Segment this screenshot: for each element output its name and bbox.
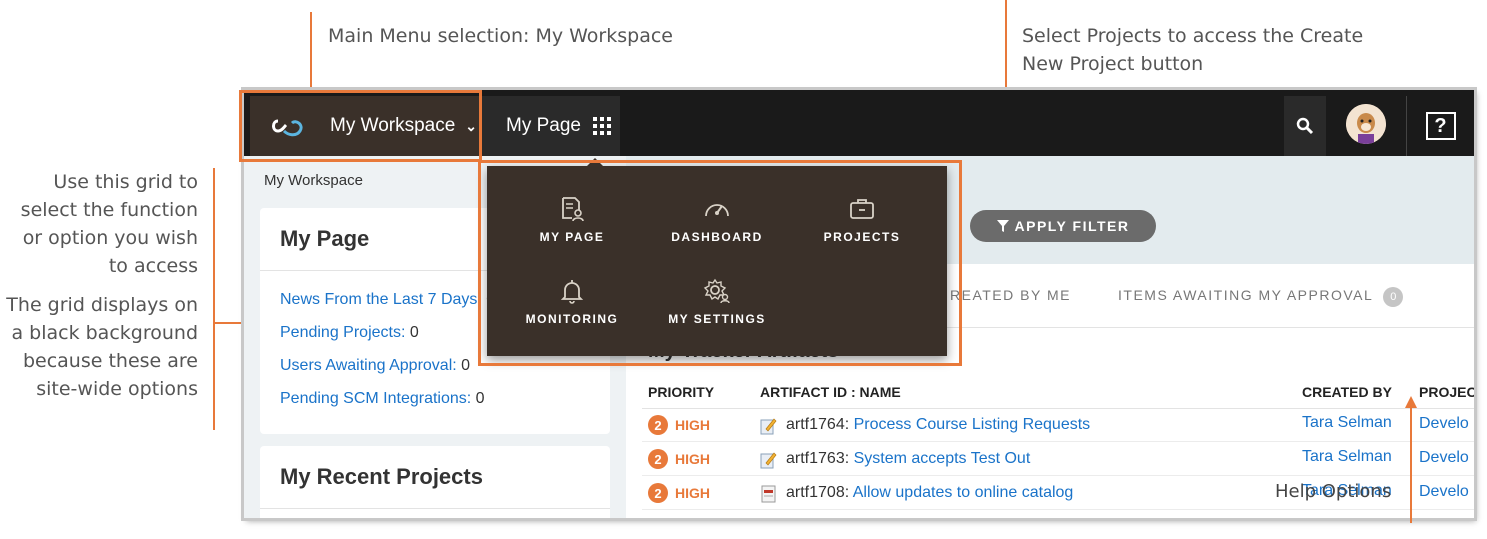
priority-cell: 2 HIGH: [648, 449, 710, 469]
my-page-grid-button[interactable]: My Page: [480, 96, 620, 156]
grid-icon: [592, 117, 611, 135]
callout-black-bg: The grid displays on a black background …: [0, 291, 198, 403]
column-header-artifact[interactable]: ARTIFACT ID : NAME: [760, 384, 901, 400]
avatar[interactable]: [1346, 104, 1386, 144]
callout-black-line-4: site-wide options: [36, 378, 198, 400]
help-icon: ?: [1425, 112, 1456, 140]
callout-grid-line-1: Use this grid to: [53, 171, 198, 193]
project-link[interactable]: Develo: [1419, 449, 1469, 467]
artifact-cell: artf1764: Process Course Listing Request…: [786, 416, 1090, 434]
connector-main-menu: [310, 12, 312, 96]
divider: [260, 508, 610, 509]
highlight-workspace-menu: [239, 90, 482, 162]
callout-black-line-1: The grid displays on: [6, 294, 198, 316]
created-by-link[interactable]: Tara Selman: [1302, 448, 1392, 466]
callout-black-line-2: a black background: [11, 322, 198, 344]
priority-label: HIGH: [675, 451, 710, 467]
artifact-edit-icon: [760, 418, 777, 435]
search-icon: [1296, 117, 1314, 135]
project-link[interactable]: Develo: [1419, 483, 1469, 501]
column-header-priority[interactable]: PRIORITY: [648, 384, 714, 400]
priority-badge: 2: [648, 449, 668, 469]
table-row[interactable]: 2 HIGH artf1763: System accepts Test Out…: [642, 443, 1474, 476]
callout-grid-line-3: or option you wish: [22, 227, 198, 249]
connector-grid-vertical: [213, 168, 215, 430]
artifact-document-icon: [761, 485, 776, 503]
my-page-label: My Page: [506, 115, 581, 136]
priority-cell: 2 HIGH: [648, 415, 710, 435]
tab-items-awaiting-approval[interactable]: ITEMS AWAITING MY APPROVAL 0: [1118, 287, 1404, 307]
callout-grid-line-2: select the function: [20, 199, 198, 221]
priority-label: HIGH: [675, 417, 710, 433]
avatar-icon: [1346, 104, 1386, 144]
recent-projects-title: My Recent Projects: [280, 464, 483, 489]
callout-help-options: Help Options: [1275, 481, 1392, 502]
callout-projects-line-1: Select Projects to access the Create: [1022, 25, 1364, 47]
artifact-link[interactable]: Allow updates to online catalog: [853, 484, 1074, 501]
pending-projects-count: 0: [409, 324, 419, 341]
table-row[interactable]: 2 HIGH artf1764: Process Course Listing …: [642, 409, 1474, 442]
priority-label: HIGH: [675, 485, 710, 501]
artifact-link[interactable]: System accepts Test Out: [854, 450, 1031, 467]
recent-projects-card: My Recent Projects: [260, 446, 610, 518]
news-link[interactable]: News From the Last 7 Days:: [280, 291, 482, 308]
callout-projects-line-2: New Project button: [1022, 53, 1204, 75]
awaiting-count-badge: 0: [1383, 287, 1404, 307]
artifact-cell: artf1708: Allow updates to online catalo…: [786, 484, 1073, 502]
highlight-grid-menu: [478, 160, 962, 366]
tab-awaiting-label: ITEMS AWAITING MY APPROVAL: [1118, 287, 1374, 303]
callout-main-menu: Main Menu selection: My Workspace: [328, 25, 673, 47]
callout-grid-line-4: to access: [108, 255, 198, 277]
priority-badge: 2: [648, 415, 668, 435]
artifact-edit-icon: [760, 452, 777, 469]
priority-cell: 2 HIGH: [648, 483, 710, 503]
pending-scm-count: 0: [475, 390, 485, 407]
apply-filter-button[interactable]: APPLY FILTER: [970, 210, 1156, 242]
help-button[interactable]: ?: [1406, 96, 1474, 156]
pending-projects-link[interactable]: Pending Projects:: [280, 324, 405, 341]
filter-icon: [996, 220, 1009, 232]
users-awaiting-count: 0: [461, 357, 471, 374]
pending-scm-link[interactable]: Pending SCM Integrations:: [280, 390, 471, 407]
project-link[interactable]: Develo: [1419, 415, 1469, 433]
priority-badge: 2: [648, 483, 668, 503]
column-header-project[interactable]: PROJEC: [1419, 384, 1474, 400]
artifact-id: artf1764:: [786, 416, 850, 433]
created-by-link[interactable]: Tara Selman: [1302, 414, 1392, 432]
callout-grid: Use this grid to select the function or …: [0, 168, 198, 280]
connector-help-options: [1410, 405, 1412, 523]
summary-row: Pending SCM Integrations: 0: [260, 382, 610, 415]
tab-created-by-me[interactable]: REATED BY ME: [950, 287, 1071, 303]
column-header-created-by[interactable]: CREATED BY: [1302, 384, 1392, 400]
artifact-cell: artf1763: System accepts Test Out: [786, 450, 1030, 468]
artifact-id: artf1763:: [786, 450, 850, 467]
breadcrumb: My Workspace: [264, 172, 363, 189]
users-awaiting-link[interactable]: Users Awaiting Approval:: [280, 357, 457, 374]
callout-black-line-3: because these are: [22, 350, 198, 372]
artifact-id: artf1708:: [786, 484, 850, 501]
arrow-help-options: [1405, 396, 1417, 408]
callout-projects: Select Projects to access the Create New…: [1022, 22, 1363, 78]
search-button[interactable]: [1284, 96, 1326, 156]
artifact-link[interactable]: Process Course Listing Requests: [854, 416, 1091, 433]
apply-filter-label: APPLY FILTER: [1014, 218, 1130, 234]
